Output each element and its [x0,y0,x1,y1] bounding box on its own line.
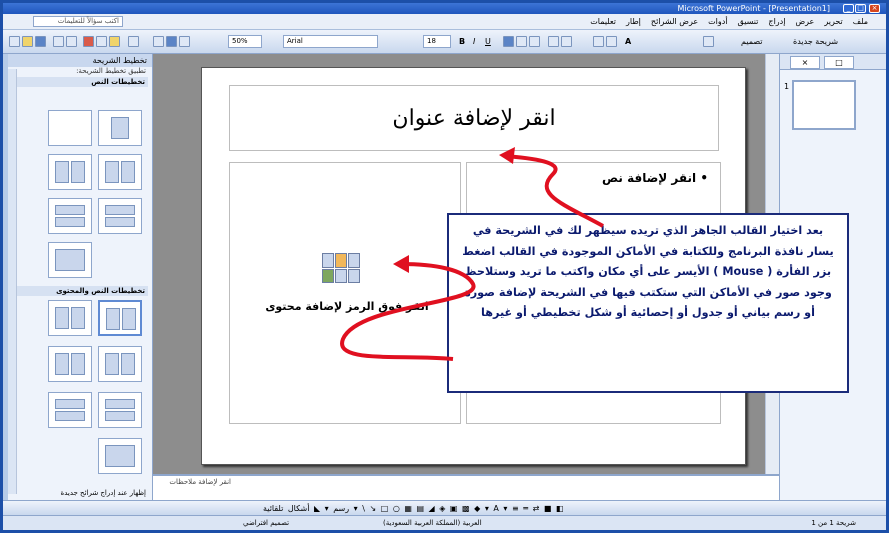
slides-pane-tabs: × □ [780,54,886,70]
title-placeholder[interactable]: انقر لإضافة عنوان [229,85,719,151]
menu-view[interactable]: عرض [795,14,814,30]
text-placeholder-bullet: • انقر لإضافة نص [602,171,708,185]
numbering-icon[interactable] [561,36,572,47]
task-pane-title[interactable]: تخطيط الشريحة [8,54,152,67]
show-on-insert-checkbox[interactable]: إظهار عند إدراج شرائح جديدة [61,489,146,497]
status-design: تصميم افتراضي [243,519,290,527]
section-text-content-layouts: تخطيطات النص والمحتوى [11,286,148,296]
print-icon[interactable] [53,36,64,47]
window-title: Microsoft PowerPoint - [Presentation1] [677,4,830,13]
italic-button[interactable]: I [473,36,475,47]
layout-thumb-three[interactable] [98,154,142,190]
content-insert-icons[interactable] [322,253,360,283]
layout-thumb-eight[interactable] [48,346,92,382]
menu-file[interactable]: ملف [853,14,868,30]
chart-insert-icon[interactable] [335,253,347,268]
powerpoint-window: Microsoft PowerPoint - [Presentation1] _… [0,0,889,533]
open-icon[interactable] [22,36,33,47]
status-slide: شريحة 1 من 1 [811,519,856,527]
layout-thumb-five[interactable] [98,198,142,234]
close-button[interactable]: × [869,4,880,13]
indent-icon[interactable] [593,36,604,47]
grid-icon[interactable] [179,36,190,47]
menu-help[interactable]: تعليمات [590,14,616,30]
status-bar: شريحة 1 من 1 تصميم افتراضي العربية (المم… [3,515,886,530]
copy-icon[interactable] [96,36,107,47]
layout-thumb-nine[interactable] [98,346,142,382]
slide-thumbnail[interactable]: 1 [784,80,856,130]
layout-thumb-selected[interactable] [98,300,142,336]
align-right-icon[interactable] [503,36,514,47]
layout-thumb-ten[interactable] [48,392,92,428]
outdent-icon[interactable] [606,36,617,47]
layout-thumb-twelve[interactable] [98,438,142,474]
tab-close[interactable]: × [790,56,820,69]
minimize-button[interactable]: _ [843,4,854,13]
layout-thumb-two[interactable] [48,154,92,190]
design-button[interactable]: تصميم [741,36,763,47]
font-size-select[interactable]: 18 [423,35,451,48]
menu-bar: ملف تحرير عرض إدراج تنسيق أدوات عرض الشر… [3,14,886,30]
slide-number: 1 [784,82,790,91]
apply-layout-label: تطبيق تخطيط الشريحة: [76,67,146,75]
picture-insert-icon[interactable] [322,268,334,283]
clipart-insert-icon[interactable] [348,253,360,268]
menu-format[interactable]: تنسيق [738,14,759,30]
bold-button[interactable]: B [459,36,465,47]
layout-thumb-seven[interactable] [48,300,92,336]
menu-tools[interactable]: أدوات [708,14,727,30]
task-pane: تخطيط الشريحة تطبيق تخطيط الشريحة: تخطيط… [8,54,153,500]
diagram-insert-icon[interactable] [335,268,347,283]
annotation-box: بعد اختيار القالب الجاهز الذي تريده سيظه… [447,213,849,393]
slide-editor: انقر لإضافة عنوان • انقر لإضافة نص انقر … [153,54,849,482]
bullets-icon[interactable] [548,36,559,47]
menu-edit[interactable]: تحرير [824,14,842,30]
notes-placeholder: انقر لإضافة ملاحظات [169,478,231,486]
toolbar: 50% Arial 18 B I U A تصميم شريحة جديدة [3,30,886,54]
drawing-tools[interactable]: رسم ▾ ◣ أشكال تلقائية ▾ \ ↘ □ ○ ▦ ▤ ◢ ◈ … [263,502,563,515]
undo-icon[interactable] [128,36,139,47]
paste-icon[interactable] [109,36,120,47]
text-placeholder-label: انقر لإضافة نص [602,171,697,185]
menu-insert[interactable]: إدراج [768,14,785,30]
font-select[interactable]: Arial [283,35,378,48]
layout-thumb-blank[interactable] [48,110,92,146]
spelling-icon[interactable] [66,36,77,47]
layout-thumb-six[interactable] [48,242,92,278]
align-left-icon[interactable] [529,36,540,47]
layout-thumb-four[interactable] [48,198,92,234]
section-text-layouts: تخطيطات النص [12,77,148,87]
task-pane-scrollbar[interactable] [8,69,17,494]
layout-thumb-content[interactable] [98,110,142,146]
media-insert-icon[interactable] [348,268,360,283]
content-placeholder[interactable]: انقر فوق الرمز لإضافة محتوى [229,162,461,424]
font-size-up-button[interactable]: A [625,36,631,47]
menu-slideshow[interactable]: عرض الشرائح [651,14,698,30]
maximize-button[interactable]: □ [855,4,866,13]
layout-thumb-eleven[interactable] [98,392,142,428]
status-language: العربية (المملكة العربية السعودية) [383,519,482,527]
font-color-icon[interactable] [703,36,714,47]
new-slide-button[interactable]: شريحة جديدة [793,36,838,47]
table-icon[interactable] [166,36,177,47]
content-placeholder-label: انقر فوق الرمز لإضافة محتوى [265,300,429,313]
save-icon[interactable] [35,36,46,47]
ask-question-input[interactable]: اكتب سؤالاً للتعليمات [33,16,123,27]
new-icon[interactable] [9,36,20,47]
tab-slides[interactable]: □ [824,56,854,69]
notes-pane[interactable]: انقر لإضافة ملاحظات [153,474,779,500]
table-insert-icon[interactable] [322,253,334,268]
drawing-toolbar: رسم ▾ ◣ أشكال تلقائية ▾ \ ↘ □ ○ ▦ ▤ ◢ ◈ … [3,500,886,515]
underline-button[interactable]: U [485,36,491,47]
zoom-select[interactable]: 50% [228,35,262,48]
cut-icon[interactable] [83,36,94,47]
menu-window[interactable]: إطار [626,14,641,30]
title-bar: Microsoft PowerPoint - [Presentation1] _… [3,3,886,14]
chart-icon[interactable] [153,36,164,47]
align-center-icon[interactable] [516,36,527,47]
